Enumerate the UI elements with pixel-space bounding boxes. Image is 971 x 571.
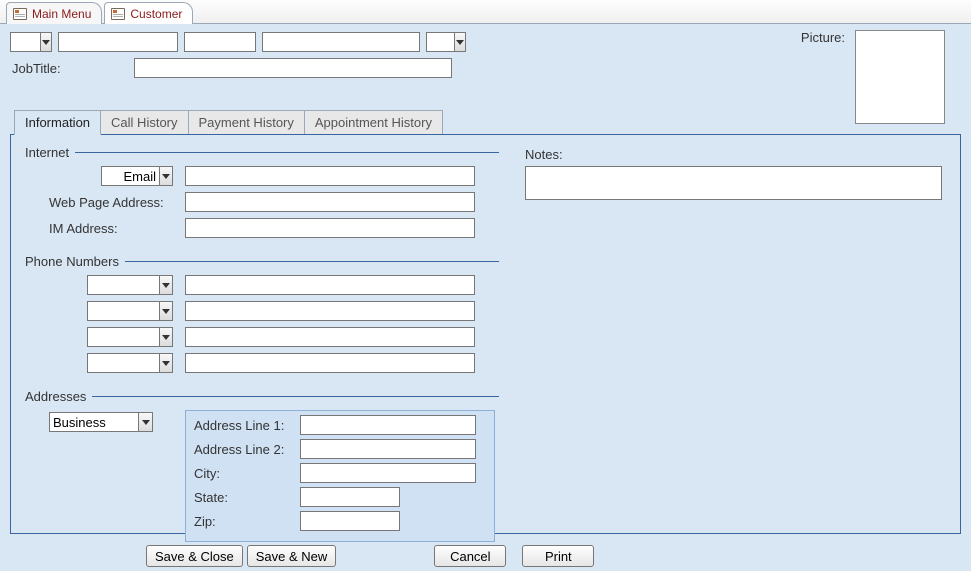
notes-column: Notes: [525, 147, 942, 203]
email-input[interactable] [185, 166, 475, 186]
state-input[interactable] [300, 487, 400, 507]
phone-type-combo[interactable] [87, 275, 173, 295]
im-input[interactable] [185, 218, 475, 238]
customer-form: JobTitle: Picture: Information Call Hist… [0, 24, 971, 571]
doc-tab-customer[interactable]: Customer [104, 2, 193, 24]
address-line2-label: Address Line 2: [194, 442, 292, 457]
prefix-input[interactable] [11, 33, 40, 51]
left-column: Internet Web Page Addre [25, 145, 505, 558]
city-label: City: [194, 466, 292, 481]
detail-tab-control: Information Call History Payment History… [10, 110, 961, 534]
divider [125, 261, 499, 262]
divider [92, 396, 499, 397]
chevron-down-icon[interactable] [454, 33, 465, 51]
doc-tab-main-menu[interactable]: Main Menu [6, 2, 102, 24]
job-title-input[interactable] [134, 58, 452, 78]
state-label: State: [194, 490, 292, 505]
doc-tab-label: Customer [130, 7, 182, 21]
phone-number-input[interactable] [185, 301, 475, 321]
form-icon [13, 8, 27, 20]
email-type-cell [49, 166, 177, 186]
im-label: IM Address: [49, 221, 177, 236]
chevron-down-icon[interactable] [159, 167, 172, 185]
chevron-down-icon[interactable] [159, 302, 172, 320]
section-internet: Internet [25, 145, 499, 160]
address-line2-input[interactable] [300, 439, 476, 459]
divider [75, 152, 499, 153]
email-type-combo[interactable] [101, 166, 173, 186]
phone-type-combo[interactable] [87, 353, 173, 373]
city-input[interactable] [300, 463, 476, 483]
zip-input[interactable] [300, 511, 400, 531]
tab-information[interactable]: Information [14, 110, 101, 135]
phone-type-input[interactable] [88, 354, 159, 372]
phone-number-input[interactable] [185, 353, 475, 373]
web-input[interactable] [185, 192, 475, 212]
picture-block: Picture: [801, 30, 945, 124]
chevron-down-icon[interactable] [159, 276, 172, 294]
address-line1-input[interactable] [300, 415, 476, 435]
doc-tab-label: Main Menu [32, 7, 91, 21]
chevron-down-icon[interactable] [159, 354, 172, 372]
address-type-combo[interactable] [49, 412, 153, 432]
tab-payment-history[interactable]: Payment History [188, 110, 305, 134]
job-title-label: JobTitle: [10, 61, 126, 76]
middle-name-input[interactable] [184, 32, 256, 52]
section-label: Internet [25, 145, 69, 160]
notes-input[interactable] [525, 166, 942, 200]
address-panel: Address Line 1: Address Line 2: City: [185, 410, 495, 542]
phone-number-input[interactable] [185, 275, 475, 295]
last-name-input[interactable] [262, 32, 420, 52]
section-phone: Phone Numbers [25, 254, 499, 269]
web-label: Web Page Address: [49, 195, 177, 210]
suffix-combo[interactable] [426, 32, 466, 52]
section-label: Addresses [25, 389, 86, 404]
first-name-input[interactable] [58, 32, 178, 52]
suffix-input[interactable] [427, 33, 454, 51]
phone-type-combo[interactable] [87, 301, 173, 321]
tab-page-information: Internet Web Page Addre [10, 134, 961, 534]
prefix-combo[interactable] [10, 32, 52, 52]
phone-type-input[interactable] [88, 302, 159, 320]
save-close-button[interactable]: Save & Close [146, 545, 243, 567]
picture-frame[interactable] [855, 30, 945, 124]
zip-label: Zip: [194, 514, 292, 529]
phone-number-input[interactable] [185, 327, 475, 347]
notes-label: Notes: [525, 147, 563, 162]
chevron-down-icon[interactable] [159, 328, 172, 346]
chevron-down-icon[interactable] [138, 413, 152, 431]
print-button[interactable]: Print [522, 545, 594, 567]
phone-type-combo[interactable] [87, 327, 173, 347]
email-type-input[interactable] [102, 167, 159, 185]
tab-appointment-history[interactable]: Appointment History [304, 110, 443, 134]
phone-type-input[interactable] [88, 328, 159, 346]
address-line1-label: Address Line 1: [194, 418, 292, 433]
address-type-input[interactable] [50, 413, 138, 431]
tab-call-history[interactable]: Call History [100, 110, 188, 134]
section-addresses: Addresses [25, 389, 499, 404]
picture-label: Picture: [801, 30, 845, 45]
phone-type-input[interactable] [88, 276, 159, 294]
cancel-button[interactable]: Cancel [434, 545, 506, 567]
save-new-button[interactable]: Save & New [247, 545, 337, 567]
section-label: Phone Numbers [25, 254, 119, 269]
document-tab-strip: Main Menu Customer [0, 0, 971, 24]
chevron-down-icon[interactable] [40, 33, 51, 51]
button-row: Save & Close Save & New Cancel Print [146, 545, 594, 567]
form-icon [111, 8, 125, 20]
